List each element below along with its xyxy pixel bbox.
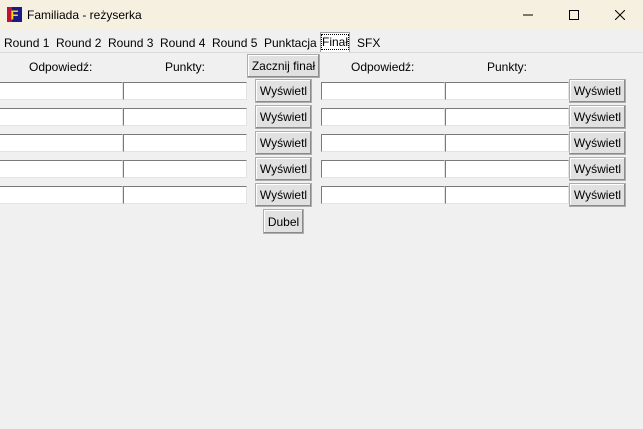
left-answer-header: Odpowiedź:: [29, 60, 93, 74]
left-show-button-4[interactable]: Wyświetl: [255, 157, 312, 181]
right-points-input-5[interactable]: [445, 186, 569, 204]
tab-bar: Round 1 Round 2 Round 3 Round 4 Round 5 …: [0, 30, 643, 53]
maximize-button[interactable]: [551, 0, 597, 30]
tab-final[interactable]: Finał: [320, 32, 351, 52]
left-show-button-1[interactable]: Wyświetl: [255, 79, 312, 103]
right-answer-input-3[interactable]: [321, 134, 445, 152]
left-points-input-4[interactable]: [123, 160, 247, 178]
tab-divider: [0, 52, 643, 53]
right-show-button-4[interactable]: Wyświetl: [569, 157, 626, 181]
double-button[interactable]: Dubel: [263, 209, 304, 234]
right-answer-input-5[interactable]: [321, 186, 445, 204]
right-answer-input-1[interactable]: [321, 82, 445, 100]
right-answer-header: Odpowiedź:: [351, 60, 415, 74]
minimize-button[interactable]: [505, 0, 551, 30]
right-show-button-5[interactable]: Wyświetl: [569, 183, 626, 207]
right-answer-input-4[interactable]: [321, 160, 445, 178]
left-points-header: Punkty:: [165, 60, 206, 74]
left-show-button-3[interactable]: Wyświetl: [255, 131, 312, 155]
left-points-input-2[interactable]: [123, 108, 247, 126]
window-title: Familiada - reżyserka: [27, 8, 142, 22]
familiada-app-icon: F: [7, 7, 22, 22]
left-points-input-3[interactable]: [123, 134, 247, 152]
right-points-input-2[interactable]: [445, 108, 569, 126]
left-answer-input-4[interactable]: [0, 160, 123, 178]
tab-sfx[interactable]: SFX: [357, 34, 380, 52]
right-show-button-1[interactable]: Wyświetl: [569, 79, 626, 103]
tab-punktacja[interactable]: Punktacja: [264, 34, 317, 52]
minimize-icon: [523, 14, 533, 16]
tab-round-1[interactable]: Round 1: [4, 34, 49, 52]
right-show-button-3[interactable]: Wyświetl: [569, 131, 626, 155]
tab-round-2[interactable]: Round 2: [56, 34, 101, 52]
right-points-input-1[interactable]: [445, 82, 569, 100]
close-button[interactable]: [597, 0, 643, 30]
tab-round-5[interactable]: Round 5: [212, 34, 257, 52]
left-answer-input-2[interactable]: [0, 108, 123, 126]
left-show-button-2[interactable]: Wyświetl: [255, 105, 312, 129]
close-icon: [615, 10, 625, 20]
left-answer-input-5[interactable]: [0, 186, 123, 204]
right-points-input-4[interactable]: [445, 160, 569, 178]
left-points-input-1[interactable]: [123, 82, 247, 100]
right-points-input-3[interactable]: [445, 134, 569, 152]
title-bar[interactable]: F Familiada - reżyserka: [0, 0, 643, 30]
start-final-button[interactable]: Zacznij finał: [247, 54, 320, 78]
right-answer-input-2[interactable]: [321, 108, 445, 126]
tab-final-label: Finał: [320, 34, 350, 50]
tab-round-3[interactable]: Round 3: [108, 34, 153, 52]
left-points-input-5[interactable]: [123, 186, 247, 204]
maximize-icon: [569, 10, 579, 20]
svg-text:F: F: [11, 8, 19, 23]
right-show-button-2[interactable]: Wyświetl: [569, 105, 626, 129]
right-points-header: Punkty:: [487, 60, 528, 74]
left-answer-input-3[interactable]: [0, 134, 123, 152]
left-answer-input-1[interactable]: [0, 82, 123, 100]
tab-round-4[interactable]: Round 4: [160, 34, 205, 52]
left-show-button-5[interactable]: Wyświetl: [255, 183, 312, 207]
